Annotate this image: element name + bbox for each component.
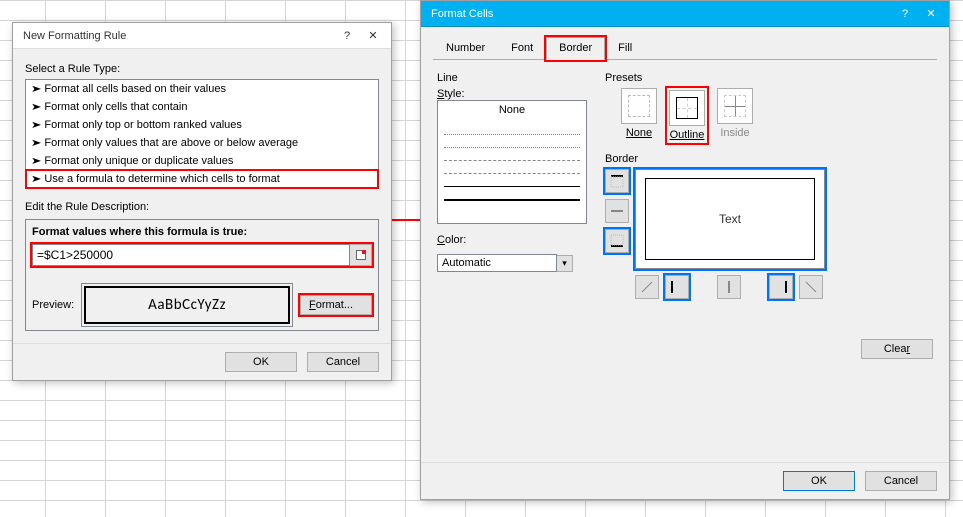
tab-number[interactable]: Number	[433, 37, 498, 60]
line-style-option[interactable]	[444, 122, 580, 135]
ok-button[interactable]: OK	[225, 352, 297, 372]
border-diag-down-button[interactable]	[799, 275, 823, 299]
presets-group-label: Presets	[605, 72, 933, 84]
border-middle-h-button[interactable]	[605, 199, 629, 223]
formula-label: Format values where this formula is true…	[32, 226, 372, 238]
border-group-label: Border	[605, 153, 933, 165]
rule-type-item[interactable]: ➤Format only unique or duplicate values	[26, 152, 378, 170]
help-icon[interactable]: ?	[339, 29, 355, 42]
line-style-option[interactable]	[444, 174, 580, 187]
tab-strip: Number Font Border Fill	[433, 37, 937, 60]
style-label: Style:	[437, 88, 587, 100]
range-selector-button[interactable]	[350, 244, 372, 266]
dialog-titlebar[interactable]: Format Cells ? ✕	[421, 1, 949, 27]
format-button[interactable]: Format...	[300, 295, 372, 315]
line-style-option[interactable]	[444, 135, 580, 148]
formula-group: Format values where this formula is true…	[25, 219, 379, 331]
range-selector-icon	[356, 250, 366, 260]
tab-font[interactable]: Font	[498, 37, 546, 60]
border-middle-v-button[interactable]	[717, 275, 741, 299]
close-icon[interactable]: ✕	[365, 29, 381, 42]
dialog-title: Format Cells	[431, 8, 493, 20]
format-cells-dialog: Format Cells ? ✕ Number Font Border Fill…	[420, 0, 950, 500]
preset-outline[interactable]: Outline	[667, 88, 707, 143]
border-top-button[interactable]	[605, 169, 629, 193]
color-dropdown[interactable]: Automatic	[437, 254, 557, 272]
tab-fill[interactable]: Fill	[605, 37, 645, 60]
preset-none[interactable]: None	[621, 88, 657, 143]
line-style-list[interactable]: None	[437, 100, 587, 224]
color-label: Color:	[437, 234, 587, 246]
line-style-option[interactable]	[444, 161, 580, 174]
border-left-button[interactable]	[665, 275, 689, 299]
clear-button[interactable]: Clear	[861, 339, 933, 359]
border-bottom-button[interactable]	[605, 229, 629, 253]
chevron-down-icon[interactable]: ▾	[557, 255, 573, 272]
border-preview[interactable]: Text	[635, 169, 825, 269]
rule-type-item[interactable]: ➤Format only top or bottom ranked values	[26, 116, 378, 134]
border-diag-up-button[interactable]	[635, 275, 659, 299]
ok-button[interactable]: OK	[783, 471, 855, 491]
preview-label: Preview:	[32, 299, 74, 311]
cancel-button[interactable]: Cancel	[865, 471, 937, 491]
dialog-title: New Formatting Rule	[23, 30, 126, 42]
close-icon[interactable]: ✕	[923, 7, 939, 20]
rule-type-item-selected[interactable]: ➤Use a formula to determine which cells …	[26, 170, 378, 188]
formula-input[interactable]	[32, 244, 350, 266]
edit-rule-description-label: Edit the Rule Description:	[25, 201, 379, 213]
preset-inside[interactable]: Inside	[717, 88, 753, 143]
border-preview-text: Text	[645, 178, 815, 260]
formula-input-row	[32, 244, 372, 266]
new-formatting-rule-dialog: New Formatting Rule ? ✕ Select a Rule Ty…	[12, 22, 392, 381]
select-rule-type-label: Select a Rule Type:	[25, 63, 379, 75]
color-value: Automatic	[442, 257, 491, 269]
border-right-button[interactable]	[769, 275, 793, 299]
rule-type-item[interactable]: ➤Format all cells based on their values	[26, 80, 378, 98]
line-style-none[interactable]: None	[438, 101, 586, 122]
rule-type-list[interactable]: ➤Format all cells based on their values …	[25, 79, 379, 189]
cancel-button[interactable]: Cancel	[307, 352, 379, 372]
line-style-option[interactable]	[444, 148, 580, 161]
line-group-label: Line	[437, 72, 587, 84]
help-icon[interactable]: ?	[897, 7, 913, 20]
tab-border[interactable]: Border	[546, 37, 605, 60]
rule-type-item[interactable]: ➤Format only values that are above or be…	[26, 134, 378, 152]
line-style-option[interactable]	[444, 188, 580, 201]
format-preview: AaBbCcYyZz	[84, 286, 290, 324]
rule-type-item[interactable]: ➤Format only cells that contain	[26, 98, 378, 116]
dialog-titlebar[interactable]: New Formatting Rule ? ✕	[13, 23, 391, 49]
line-panel: Line Style: None Color: Automatic ▾	[437, 70, 587, 359]
